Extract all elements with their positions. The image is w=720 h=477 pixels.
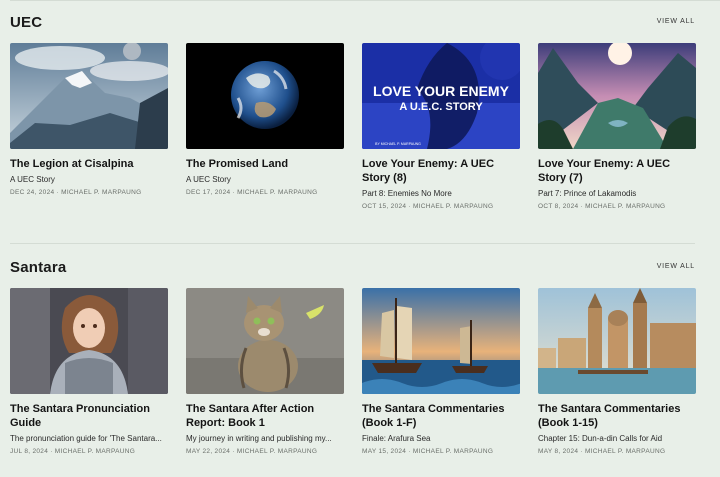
post-card[interactable]: The Santara Commentaries (Book 1-F) Fina… <box>362 288 520 455</box>
post-thumbnail[interactable] <box>362 288 520 394</box>
section-divider <box>10 243 695 244</box>
post-thumbnail[interactable] <box>10 43 168 149</box>
post-subtitle: A UEC Story <box>186 175 231 184</box>
view-all-link[interactable]: VIEW ALL <box>657 263 695 270</box>
cover-line-2: A U.E.C. STORY <box>399 101 483 113</box>
post-card[interactable]: The Santara Commentaries (Book 1-15) Cha… <box>538 288 696 455</box>
post-card[interactable]: The Santara After Action Report: Book 1 … <box>186 288 344 455</box>
post-meta: OCT 15, 2024 · MICHAEL P. MARPAUNG <box>362 203 494 210</box>
love-your-enemy-cover-image: LOVE YOUR ENEMY A U.E.C. STORY BY MICHAE… <box>362 43 520 149</box>
post-title[interactable]: The Promised Land <box>186 157 344 171</box>
tabby-cat-image <box>186 288 344 394</box>
post-subtitle: Part 8: Enemies No More <box>362 189 452 198</box>
fantasy-valley-image <box>538 43 696 149</box>
post-thumbnail[interactable] <box>10 288 168 394</box>
post-subtitle: Part 7: Prince of Lakamodis <box>538 189 637 198</box>
post-title[interactable]: The Santara Pronunciation Guide <box>10 402 168 430</box>
section-header: UEC VIEW ALL <box>0 14 720 44</box>
post-meta: JUL 8, 2024 · MICHAEL P. MARPAUNG <box>10 448 136 455</box>
post-card[interactable]: LOVE YOUR ENEMY A U.E.C. STORY BY MICHAE… <box>362 43 520 210</box>
post-card[interactable]: The Promised Land A UEC Story DEC 17, 20… <box>186 43 344 196</box>
post-thumbnail[interactable] <box>538 288 696 394</box>
post-meta: MAY 8, 2024 · MICHAEL P. MARPAUNG <box>538 448 666 455</box>
view-all-link[interactable]: VIEW ALL <box>657 18 695 25</box>
post-subtitle: The pronunciation guide for 'The Santara… <box>10 434 162 443</box>
post-title[interactable]: Love Your Enemy: A UEC Story (7) <box>538 157 696 185</box>
post-meta: MAY 15, 2024 · MICHAEL P. MARPAUNG <box>362 448 494 455</box>
post-thumbnail[interactable] <box>186 288 344 394</box>
section-santara: Santara VIEW ALL The Santara Pronunciati… <box>0 259 720 455</box>
section-uec: UEC VIEW ALL The Legion at Cisalpina A U… <box>0 14 720 210</box>
post-subtitle: Finale: Arafura Sea <box>362 434 431 443</box>
cover-byline: BY MICHAEL P. MARPAUNG <box>375 142 421 146</box>
post-title[interactable]: Love Your Enemy: A UEC Story (8) <box>362 157 520 185</box>
post-subtitle: A UEC Story <box>10 175 55 184</box>
post-title[interactable]: The Santara Commentaries (Book 1-15) <box>538 402 696 430</box>
mountain-landscape-image <box>10 43 168 149</box>
post-title[interactable]: The Legion at Cisalpina <box>10 157 168 171</box>
post-meta: DEC 24, 2024 · MICHAEL P. MARPAUNG <box>10 189 142 196</box>
post-meta: OCT 8, 2024 · MICHAEL P. MARPAUNG <box>538 203 666 210</box>
sailing-ships-image <box>362 288 520 394</box>
section-title[interactable]: Santara <box>10 259 66 276</box>
post-card[interactable]: The Legion at Cisalpina A UEC Story DEC … <box>10 43 168 196</box>
top-divider <box>10 0 720 1</box>
cover-line-1: LOVE YOUR ENEMY <box>373 83 510 99</box>
post-subtitle: Chapter 15: Dun-a-din Calls for Aid <box>538 434 663 443</box>
post-meta: MAY 22, 2024 · MICHAEL P. MARPAUNG <box>186 448 318 455</box>
post-title[interactable]: The Santara After Action Report: Book 1 <box>186 402 344 430</box>
post-thumbnail[interactable] <box>538 43 696 149</box>
post-card[interactable]: The Santara Pronunciation Guide The pron… <box>10 288 168 455</box>
post-thumbnail[interactable]: LOVE YOUR ENEMY A U.E.C. STORY BY MICHAE… <box>362 43 520 149</box>
section-title[interactable]: UEC <box>10 14 42 31</box>
earth-from-space-image <box>186 43 344 149</box>
section-header: Santara VIEW ALL <box>0 259 720 289</box>
post-subtitle: My journey in writing and publishing my.… <box>186 434 332 443</box>
post-card[interactable]: Love Your Enemy: A UEC Story (7) Part 7:… <box>538 43 696 210</box>
post-meta: DEC 17, 2024 · MICHAEL P. MARPAUNG <box>186 189 318 196</box>
harbor-city-image <box>538 288 696 394</box>
armored-woman-image <box>10 288 168 394</box>
post-thumbnail[interactable] <box>186 43 344 149</box>
post-title[interactable]: The Santara Commentaries (Book 1-F) <box>362 402 520 430</box>
